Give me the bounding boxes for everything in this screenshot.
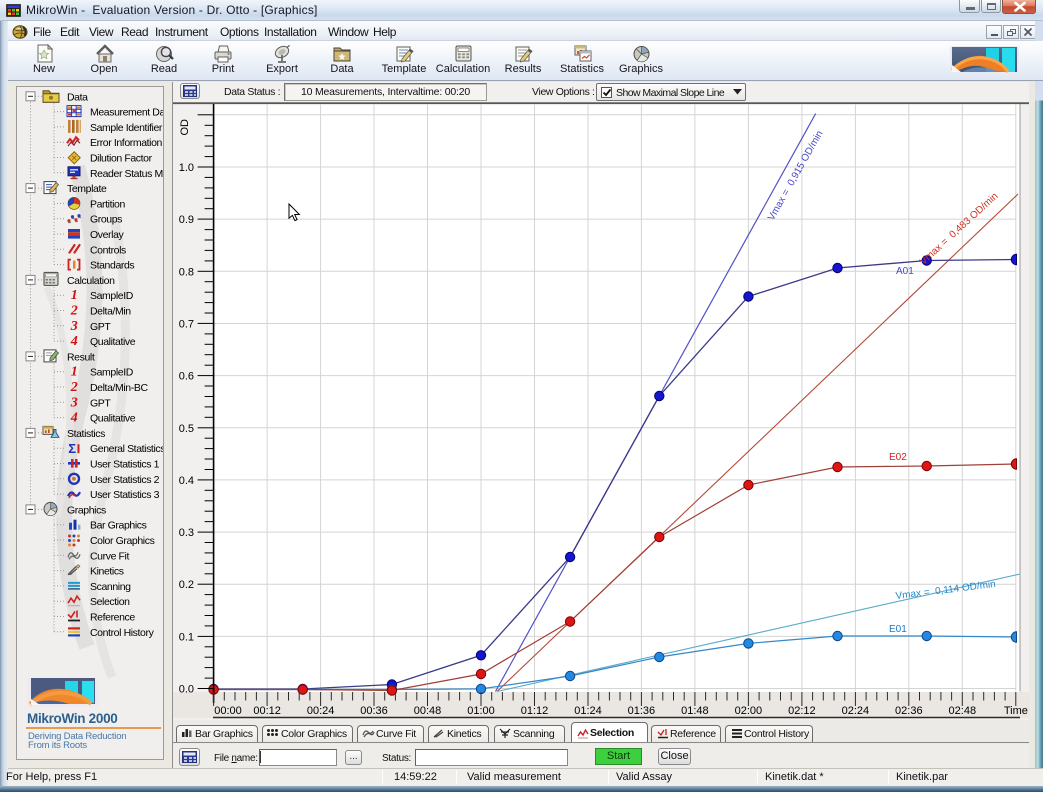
svg-text:0.4: 0.4: [179, 475, 194, 487]
svg-text:Reader Status Monitor: Reader Status Monitor: [90, 168, 163, 180]
svg-text:4: 4: [70, 334, 78, 349]
svg-text:Color Graphics: Color Graphics: [90, 535, 155, 547]
svg-text:0.9: 0.9: [179, 214, 194, 226]
svg-text:00:48: 00:48: [414, 705, 442, 717]
svg-text:Delta/Min: Delta/Min: [90, 306, 131, 318]
svg-text:Sample Identifier: Sample Identifier: [90, 122, 163, 134]
svg-text:Graphics: Graphics: [67, 504, 106, 516]
svg-text:01:36: 01:36: [628, 705, 656, 717]
svg-text:Data: Data: [67, 91, 88, 103]
svg-text:Delta/Min-BC: Delta/Min-BC: [90, 382, 148, 394]
svg-text:Overlay: Overlay: [90, 229, 125, 241]
svg-text:GPT: GPT: [90, 397, 111, 409]
svg-text:3: 3: [70, 319, 78, 334]
svg-text:1: 1: [71, 365, 78, 380]
svg-text:Calculation: Calculation: [67, 275, 115, 287]
svg-text:General Statistics: General Statistics: [90, 443, 163, 455]
svg-text:Curve Fit: Curve Fit: [90, 550, 129, 562]
svg-text:0.3: 0.3: [179, 527, 194, 539]
svg-text:00:36: 00:36: [360, 705, 388, 717]
svg-text:3: 3: [70, 395, 78, 410]
svg-text:2: 2: [70, 380, 78, 395]
svg-text:Dilution Factor: Dilution Factor: [90, 153, 153, 165]
svg-text:E02: E02: [889, 452, 907, 463]
svg-text:E01: E01: [889, 624, 907, 635]
svg-text:02:36: 02:36: [895, 705, 923, 717]
svg-text:01:00: 01:00: [467, 705, 495, 717]
svg-text:01:48: 01:48: [681, 705, 709, 717]
svg-text:0.0: 0.0: [179, 684, 194, 696]
svg-text:Control History: Control History: [90, 627, 155, 639]
svg-text:0.5: 0.5: [179, 423, 194, 435]
svg-text:00:24: 00:24: [307, 705, 335, 717]
svg-text:Σ: Σ: [68, 441, 76, 456]
svg-text:Reference: Reference: [90, 612, 135, 624]
svg-text:02:12: 02:12: [788, 705, 816, 717]
svg-text:1: 1: [71, 288, 78, 303]
svg-text:0.8: 0.8: [179, 266, 194, 278]
svg-text:Controls: Controls: [90, 244, 126, 256]
svg-text:1.0: 1.0: [179, 162, 194, 174]
svg-text:0.7: 0.7: [179, 319, 194, 331]
svg-text:01:24: 01:24: [574, 705, 602, 717]
svg-text:Partition: Partition: [90, 198, 125, 210]
svg-text:00:12: 00:12: [253, 705, 281, 717]
svg-text:SampleID: SampleID: [90, 290, 134, 302]
svg-text:A01: A01: [896, 266, 914, 277]
svg-text:0.1: 0.1: [179, 631, 194, 643]
svg-text:Kinetics: Kinetics: [90, 566, 124, 578]
svg-text:Scanning: Scanning: [90, 581, 131, 593]
svg-text:Template: Template: [67, 183, 107, 195]
svg-text:Qualitative: Qualitative: [90, 336, 136, 348]
svg-text:GPT: GPT: [90, 321, 111, 333]
svg-text:2: 2: [70, 304, 78, 319]
svg-text:0.2: 0.2: [179, 579, 194, 591]
svg-text:Groups: Groups: [90, 214, 122, 226]
svg-text:User Statistics 1: User Statistics 1: [90, 459, 160, 471]
svg-text:02:24: 02:24: [842, 705, 870, 717]
svg-text:01:12: 01:12: [521, 705, 549, 717]
svg-text:Error Information: Error Information: [90, 137, 163, 149]
svg-text:Statistics: Statistics: [67, 428, 105, 440]
svg-text:SampleID: SampleID: [90, 367, 134, 379]
svg-text:00:00: 00:00: [214, 705, 242, 717]
svg-text:OD: OD: [179, 119, 191, 136]
svg-text:Bar Graphics: Bar Graphics: [90, 520, 147, 532]
svg-text:User Statistics 3: User Statistics 3: [90, 489, 160, 501]
svg-text:Result: Result: [67, 351, 95, 363]
svg-text:Time: Time: [1004, 705, 1028, 717]
svg-text:Standards: Standards: [90, 260, 134, 272]
svg-text:User Statistics 2: User Statistics 2: [90, 474, 160, 486]
svg-text:Qualitative: Qualitative: [90, 413, 136, 425]
svg-text:4: 4: [70, 411, 78, 426]
svg-text:02:00: 02:00: [735, 705, 763, 717]
svg-text:Selection: Selection: [90, 596, 130, 608]
svg-text:Measurement Data: Measurement Data: [90, 107, 163, 119]
svg-text:0.6: 0.6: [179, 371, 194, 383]
svg-text:02:48: 02:48: [949, 705, 977, 717]
